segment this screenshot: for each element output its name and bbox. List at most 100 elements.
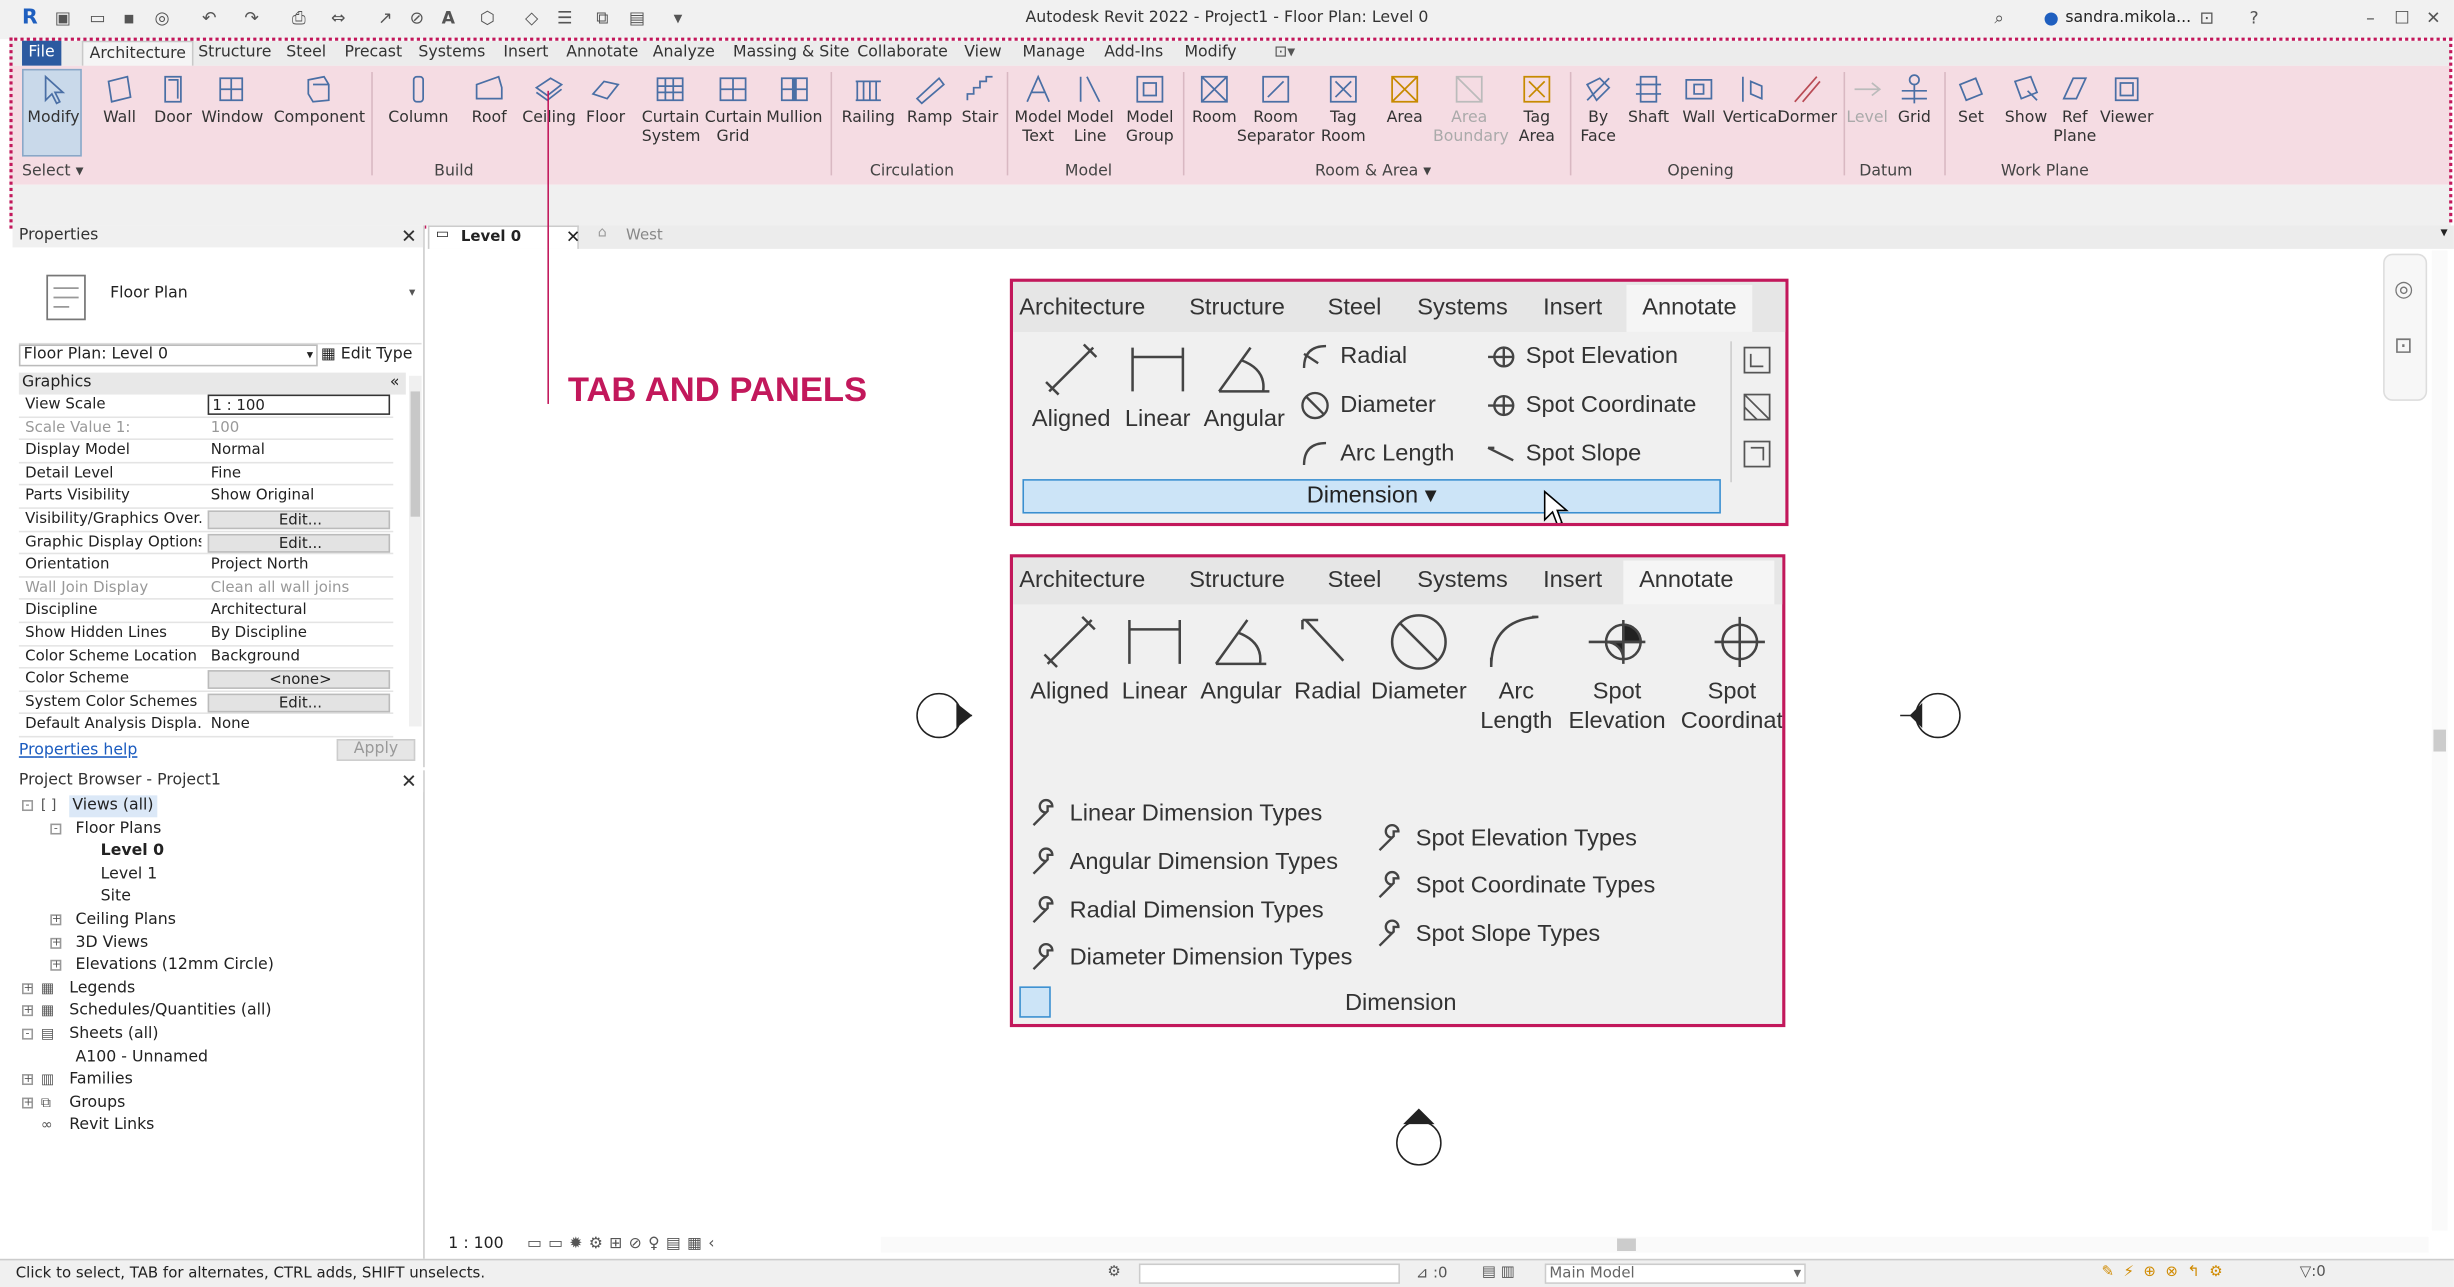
window-button[interactable]: Window <box>201 69 263 128</box>
grid-button[interactable]: Grid <box>1891 69 1938 128</box>
expand-icon[interactable]: + <box>50 914 62 926</box>
tab-insert[interactable]: Insert <box>497 41 555 66</box>
shaft-button[interactable]: Shaft <box>1625 69 1672 128</box>
collapse-icon[interactable]: « <box>390 373 400 395</box>
angular-button[interactable]: Angular <box>1195 611 1286 707</box>
tab-structure[interactable]: Structure <box>192 41 278 66</box>
arc-length-button[interactable]: Arc Length <box>1299 438 1454 469</box>
expand-icon[interactable]: + <box>50 936 62 949</box>
tab-add-ins[interactable]: Add-Ins <box>1098 41 1170 66</box>
model-group-button[interactable]: Model Group <box>1120 69 1180 147</box>
chevron-down-icon[interactable]: ▾ <box>2440 225 2447 241</box>
tree-node[interactable]: Level 0 <box>101 841 164 863</box>
inset-tab-architecture[interactable]: Architecture <box>1019 294 1145 321</box>
spot-elevation-types[interactable]: Spot Elevation Types <box>1375 824 1637 855</box>
cart-icon[interactable]: ⊡ <box>2196 8 2218 30</box>
design-options-icon[interactable]: ▤ ▥ <box>1482 1264 1515 1281</box>
level-button[interactable]: Level <box>1840 69 1893 128</box>
component-button[interactable]: Component <box>274 69 365 128</box>
wall-opening-button[interactable]: Wall <box>1677 69 1721 128</box>
tab-modify[interactable]: Modify <box>1178 41 1243 66</box>
tree-node[interactable]: Views (all) <box>69 795 157 818</box>
tab-manage[interactable]: Manage <box>1016 41 1091 66</box>
tab-architecture[interactable]: Architecture <box>81 40 194 66</box>
tab-massing-site[interactable]: Massing & Site <box>727 41 856 66</box>
dormer-button[interactable]: Dormer <box>1774 69 1840 128</box>
inset-tab-insert[interactable]: Insert <box>1543 567 1602 594</box>
spot-coordinate-types[interactable]: Spot Coordinate Types <box>1375 870 1655 902</box>
model-text-button[interactable]: Model Text <box>1011 69 1064 147</box>
instance-selector[interactable]: Floor Plan: Level 0 ▾ <box>18 344 318 367</box>
tab-systems[interactable]: Systems <box>412 41 491 66</box>
tab-annotate[interactable]: Annotate <box>560 41 645 66</box>
close-icon[interactable]: ✕ <box>2422 8 2444 30</box>
property-value[interactable]: Architectural <box>208 600 390 622</box>
tab-collaborate[interactable]: Collaborate <box>851 41 954 66</box>
property-value[interactable]: Background <box>208 646 390 668</box>
radial-button[interactable]: Radial <box>1290 611 1366 707</box>
properties-scrollbar[interactable] <box>408 375 422 727</box>
property-value[interactable]: Show Original <box>208 486 390 508</box>
edit-type-button[interactable]: ▦ Edit Type <box>321 344 412 366</box>
aligned-button[interactable]: Aligned <box>1026 338 1117 434</box>
ramp-button[interactable]: Ramp <box>906 69 953 128</box>
properties-help-link[interactable]: Properties help <box>19 742 138 759</box>
property-value[interactable]: Edit... <box>207 533 391 553</box>
tab-file[interactable]: File <box>22 40 61 66</box>
tab-steel[interactable]: Steel <box>280 41 332 66</box>
tree-node[interactable]: Families <box>69 1070 133 1092</box>
close-icon[interactable]: ✕ <box>566 227 581 247</box>
apply-button[interactable]: Apply <box>336 739 416 761</box>
panel-label-room-area[interactable]: Room & Area ▾ <box>1315 163 1431 180</box>
vertical-opening-button[interactable]: Vertical <box>1722 69 1782 128</box>
tag-area-button[interactable]: Tag Area <box>1507 69 1567 147</box>
radial-button[interactable]: Radial <box>1299 341 1407 372</box>
inset-tab-systems[interactable]: Systems <box>1417 567 1507 594</box>
property-value[interactable]: Normal <box>208 440 390 462</box>
inset-tab-annotate[interactable]: Annotate <box>1642 294 1736 321</box>
inset-tab-steel[interactable]: Steel <box>1328 294 1382 321</box>
expand-icon[interactable]: + <box>22 1005 34 1017</box>
inset-tab-annotate[interactable]: Annotate <box>1639 567 1733 594</box>
by-face-button[interactable]: By Face <box>1573 69 1623 147</box>
inset-tab-insert[interactable]: Insert <box>1543 294 1602 321</box>
tree-node[interactable]: Floor Plans <box>76 818 162 840</box>
chevron-down-icon[interactable]: ▾ <box>409 285 415 299</box>
maximize-icon[interactable]: ☐ <box>2391 8 2413 30</box>
inset-tab-systems[interactable]: Systems <box>1417 294 1507 321</box>
collapse-icon[interactable]: - <box>50 822 62 834</box>
tag-room-button[interactable]: Tag Room <box>1315 69 1372 147</box>
minimize-icon[interactable]: – <box>2360 8 2382 30</box>
tree-node[interactable]: Site <box>101 887 131 909</box>
expand-icon[interactable]: + <box>22 1096 34 1109</box>
viewer-button[interactable]: Viewer <box>2092 69 2161 128</box>
mullion-button[interactable]: Mullion <box>764 69 824 128</box>
floor-button[interactable]: Floor <box>585 69 626 128</box>
spot-slope-types[interactable]: Spot Slope Types <box>1375 919 1600 950</box>
workset-selector[interactable] <box>1138 1263 1400 1284</box>
tree-node[interactable]: 3D Views <box>76 933 149 955</box>
spot-elevation-button[interactable]: Spot Elevation <box>1567 611 1668 736</box>
inset-tab-steel[interactable]: Steel <box>1328 567 1382 594</box>
tab-view[interactable]: View <box>958 41 1008 66</box>
property-value[interactable]: Edit... <box>207 510 391 530</box>
tab-precast[interactable]: Precast <box>338 41 408 66</box>
tree-node[interactable]: A100 - Unnamed <box>76 1047 209 1069</box>
linear-button[interactable]: Linear <box>1120 338 1196 434</box>
elevation-marker-east[interactable] <box>1888 689 1970 742</box>
curtain-grid-button[interactable]: Curtain Grid <box>705 69 762 147</box>
expand-icon[interactable]: + <box>22 982 34 994</box>
spot-slope-button[interactable]: Spot Slope <box>1485 438 1641 469</box>
view-tab-level-0[interactable]: ▭ Level 0 ✕ <box>427 225 581 249</box>
model-line-button[interactable]: Model Line <box>1063 69 1116 147</box>
radial-dimension-types[interactable]: Radial Dimension Types <box>1029 896 1324 927</box>
room-button[interactable]: Room <box>1188 69 1241 128</box>
view-controls-icons[interactable]: ▭▭✹⚙⊞⊘♀▤▦‹ <box>527 1232 721 1257</box>
diameter-button[interactable]: Diameter <box>1299 390 1436 421</box>
help-icon[interactable]: ? <box>2243 8 2265 30</box>
dimension-panel-expander[interactable]: Dimension ▾ <box>1022 479 1721 514</box>
tree-node[interactable]: Sheets (all) <box>69 1024 158 1046</box>
collapse-icon[interactable]: - <box>22 799 34 812</box>
roof-button[interactable]: Roof <box>469 69 510 128</box>
inset-tab-architecture[interactable]: Architecture <box>1019 567 1145 594</box>
